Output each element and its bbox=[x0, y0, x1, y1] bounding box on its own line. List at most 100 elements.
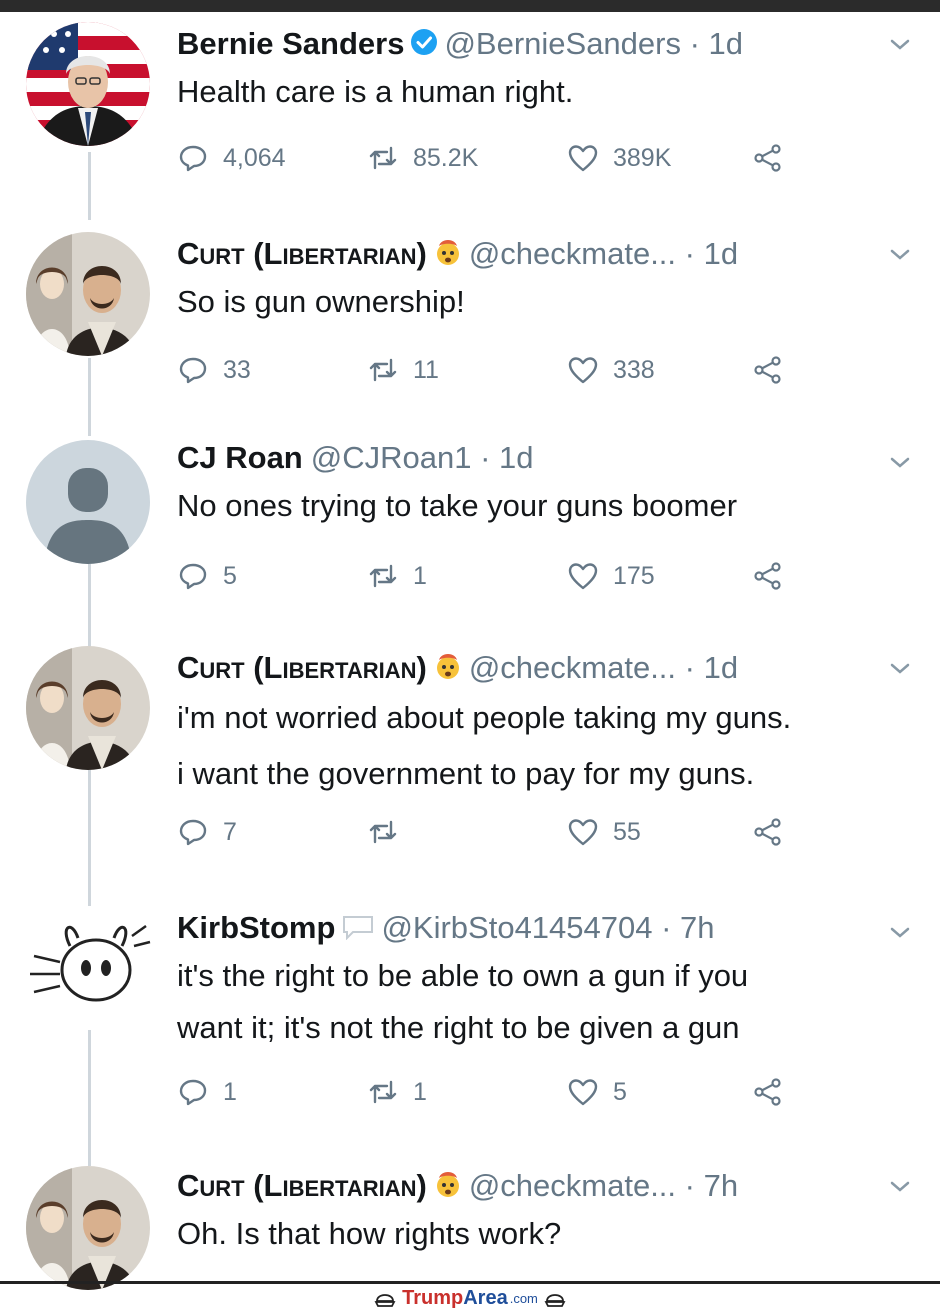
display-name[interactable]: CJ Roan bbox=[177, 440, 303, 475]
chevron-down-icon[interactable] bbox=[886, 1172, 914, 1200]
avatar[interactable] bbox=[26, 22, 150, 146]
display-name[interactable]: Curt (Libertarian) bbox=[177, 236, 427, 271]
share-button[interactable] bbox=[752, 138, 798, 178]
brand-part-a: Trump bbox=[402, 1286, 464, 1309]
retweet-count: 85.2K bbox=[413, 143, 479, 172]
like-button[interactable]: 5 bbox=[567, 1072, 627, 1112]
brand-part-b: Area bbox=[463, 1286, 508, 1309]
chevron-down-icon[interactable] bbox=[886, 918, 914, 946]
tweet-text-line: So is gun ownership! bbox=[177, 284, 465, 319]
tweet[interactable]: Curt (Libertarian) @checkmate... · 1d i'm… bbox=[0, 646, 940, 866]
tweet[interactable]: Curt (Libertarian) @checkmate... · 1d So … bbox=[0, 232, 940, 402]
heart-icon bbox=[568, 145, 598, 172]
heart-icon bbox=[568, 357, 598, 384]
retweet-button[interactable]: 85.2K bbox=[367, 138, 478, 178]
tweet-header: KirbStomp @KirbSto41454704 · 7h bbox=[177, 906, 715, 950]
avatar[interactable] bbox=[26, 440, 150, 564]
avatar[interactable] bbox=[26, 232, 150, 356]
handle-and-time[interactable]: @checkmate... · 1d bbox=[469, 236, 738, 271]
tweet[interactable]: CJ Roan @CJRoan1 · 1d No ones trying to t… bbox=[0, 436, 940, 606]
handle-and-time[interactable]: @BernieSanders · 1d bbox=[444, 26, 743, 61]
tweet[interactable]: Curt (Libertarian) @checkmate... · 7h Oh.… bbox=[0, 1164, 940, 1290]
tweet-actions: 7 55 bbox=[177, 812, 817, 852]
retweet-icon bbox=[369, 564, 397, 588]
like-button[interactable]: 338 bbox=[567, 350, 655, 390]
display-name[interactable]: Curt (Libertarian) bbox=[177, 1168, 427, 1203]
avatar[interactable] bbox=[26, 646, 150, 770]
like-button[interactable]: 389K bbox=[567, 138, 671, 178]
reply-icon bbox=[179, 819, 207, 846]
share-button[interactable] bbox=[752, 812, 798, 852]
top-border bbox=[0, 0, 940, 12]
handle-and-time[interactable]: @checkmate... · 7h bbox=[469, 1168, 738, 1203]
retweet-button[interactable]: 11 bbox=[367, 350, 439, 390]
display-name-text: Curt (Libertarian) bbox=[177, 1168, 427, 1203]
share-button[interactable] bbox=[752, 350, 798, 390]
watermark-brand: TrumpArea bbox=[402, 1287, 508, 1310]
reply-count: 5 bbox=[223, 561, 237, 590]
retweet-icon bbox=[369, 1080, 397, 1104]
mind-blown-emoji-icon bbox=[433, 234, 463, 278]
share-icon bbox=[754, 818, 781, 846]
tweet-text-line: want it; it's not the right to be given … bbox=[177, 1010, 740, 1045]
tweet-text-line: i'm not worried about people taking my g… bbox=[177, 700, 792, 735]
like-button[interactable]: 175 bbox=[567, 556, 655, 596]
retweet-count: 1 bbox=[413, 561, 427, 590]
display-name-text: Curt (Libertarian) bbox=[177, 650, 427, 685]
reply-button[interactable]: 7 bbox=[177, 812, 237, 852]
retweet-icon bbox=[369, 358, 397, 382]
tweet-actions: 5 1 175 bbox=[177, 556, 817, 596]
avatar[interactable] bbox=[20, 906, 156, 1030]
verified-badge-icon bbox=[410, 24, 438, 68]
retweet-count: 11 bbox=[413, 355, 439, 384]
chevron-down-icon[interactable] bbox=[886, 30, 914, 58]
mind-blown-emoji-icon bbox=[433, 648, 463, 692]
avatar[interactable] bbox=[26, 1166, 150, 1290]
hat-icon bbox=[544, 1294, 566, 1307]
chevron-down-icon[interactable] bbox=[886, 654, 914, 682]
reply-button[interactable]: 1 bbox=[177, 1072, 237, 1112]
reply-count: 1 bbox=[223, 1077, 237, 1106]
retweet-count: 1 bbox=[413, 1077, 427, 1106]
tweet-text-line: it's the right to be able to own a gun i… bbox=[177, 958, 749, 993]
display-name[interactable]: Bernie Sanders bbox=[177, 26, 404, 61]
retweet-button[interactable]: 1 bbox=[367, 556, 427, 596]
tweet[interactable]: KirbStomp @KirbSto41454704 · 7h it's the … bbox=[0, 906, 940, 1126]
reply-icon bbox=[179, 563, 207, 590]
reply-button[interactable]: 33 bbox=[177, 350, 251, 390]
like-count: 175 bbox=[613, 561, 655, 590]
like-count: 5 bbox=[613, 1077, 627, 1106]
tweet[interactable]: Bernie Sanders @BernieSanders · 1d Health… bbox=[0, 22, 940, 192]
speech-bubble-icon bbox=[341, 908, 375, 952]
tweet-text: Oh. Is that how rights work? bbox=[177, 1208, 561, 1260]
share-button[interactable] bbox=[752, 1072, 798, 1112]
watermark: TrumpArea .com bbox=[0, 1284, 940, 1312]
heart-icon bbox=[568, 563, 598, 590]
tweet-text: So is gun ownership! bbox=[177, 276, 465, 328]
display-name[interactable]: KirbStomp bbox=[177, 910, 335, 945]
reply-icon bbox=[179, 1079, 207, 1106]
tweet-header: CJ Roan @CJRoan1 · 1d bbox=[177, 436, 534, 480]
like-button[interactable]: 55 bbox=[567, 812, 641, 852]
handle-and-time[interactable]: @CJRoan1 · 1d bbox=[311, 440, 534, 475]
reply-count: 33 bbox=[223, 355, 251, 384]
tweet-actions: 4,064 85.2K 389K bbox=[177, 138, 817, 178]
retweet-button[interactable] bbox=[367, 812, 413, 852]
reply-button[interactable]: 5 bbox=[177, 556, 237, 596]
display-name[interactable]: Curt (Libertarian) bbox=[177, 650, 427, 685]
handle-and-time[interactable]: @checkmate... · 1d bbox=[469, 650, 738, 685]
tweet-text-line: i want the government to pay for my guns… bbox=[177, 756, 755, 791]
display-name-text: Curt (Libertarian) bbox=[177, 236, 427, 271]
tweet-actions: 33 11 338 bbox=[177, 350, 817, 390]
reply-button[interactable]: 4,064 bbox=[177, 138, 286, 178]
tweet-text: it's the right to be able to own a gun i… bbox=[177, 950, 748, 1054]
tweet-header: Bernie Sanders @BernieSanders · 1d bbox=[177, 22, 743, 66]
tweet-text: Health care is a human right. bbox=[177, 66, 573, 118]
handle-and-time[interactable]: @KirbSto41454704 · 7h bbox=[381, 910, 714, 945]
chevron-down-icon[interactable] bbox=[886, 240, 914, 268]
tweet-text-line: No ones trying to take your guns boomer bbox=[177, 488, 738, 523]
retweet-button[interactable]: 1 bbox=[367, 1072, 427, 1112]
chevron-down-icon[interactable] bbox=[886, 448, 914, 476]
share-button[interactable] bbox=[752, 556, 798, 596]
like-count: 338 bbox=[613, 355, 655, 384]
